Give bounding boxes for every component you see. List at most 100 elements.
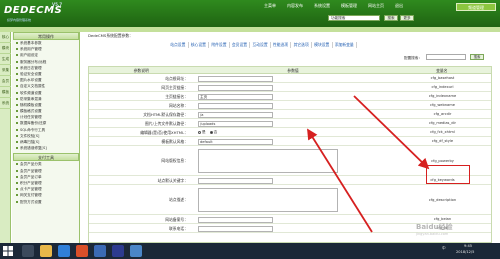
- table-row: 网站名称： cfg_webname: [89, 101, 491, 110]
- row-label: 站点根网址：: [165, 76, 188, 81]
- config-input[interactable]: [198, 216, 273, 223]
- row-value-cell: [194, 176, 394, 184]
- row-value-cell: /uploads: [194, 119, 394, 127]
- radio-yes[interactable]: 是: [198, 130, 206, 135]
- row-value-cell: 是否: [194, 128, 394, 136]
- search-button[interactable]: 搜索: [384, 15, 398, 21]
- table-row: 站点描述： cfg_description: [89, 185, 491, 215]
- table-row: 站点根网址： cfg_basehost: [89, 74, 491, 83]
- top-nav-item[interactable]: 模板管理: [341, 3, 357, 9]
- config-input[interactable]: [198, 225, 273, 232]
- function-search-input[interactable]: 功能搜索: [328, 15, 380, 21]
- media-icon[interactable]: [76, 245, 88, 257]
- clock-date[interactable]: 2018/12/5: [456, 250, 474, 254]
- windows-start-icon[interactable]: [3, 246, 13, 256]
- iconbar-item[interactable]: 会员: [0, 76, 11, 87]
- row-value-cell: 主页: [194, 92, 394, 100]
- config-textarea[interactable]: [198, 149, 338, 173]
- iconbar-item[interactable]: 模板: [0, 87, 11, 98]
- row-variable-name: cfg_fck_xhtml: [430, 130, 455, 134]
- menu-item[interactable]: 配货方式设置: [12, 199, 79, 205]
- row-label: 模板默认风格：: [161, 139, 188, 144]
- more-button[interactable]: 更多: [400, 15, 414, 21]
- config-input[interactable]: 主页: [198, 93, 273, 100]
- watermark-sub: jingyan.baidu.com: [416, 232, 449, 236]
- settings-tab[interactable]: 会员设置: [230, 42, 251, 48]
- row-label: 网站名称：: [169, 103, 188, 108]
- row-label: 文档HTML默认保存路径：: [143, 112, 188, 117]
- watermark: Baidu经验 jingyan.baidu.com: [416, 222, 452, 236]
- row-label: 主页链接名：: [165, 94, 188, 99]
- channel-manage-button[interactable]: 频道管理: [456, 3, 496, 11]
- row-label: 网站版权信息：: [161, 158, 188, 163]
- config-input[interactable]: /a: [198, 111, 273, 118]
- config-input[interactable]: /uploads: [198, 120, 273, 127]
- settings-tab[interactable]: 添加新变量: [333, 42, 357, 48]
- row-value-cell: [194, 185, 394, 214]
- config-input[interactable]: [198, 84, 273, 91]
- breadcrumb: DedeCMS系统配置参数：: [88, 33, 133, 38]
- file-explorer-icon[interactable]: [40, 245, 52, 257]
- settings-tab[interactable]: 互动设置: [250, 42, 271, 48]
- row-value-cell: [194, 74, 394, 82]
- col-header-value: 参数值: [287, 68, 299, 73]
- top-nav: 主菜单 内容发布 系统设置 模板管理 网站主页 退出: [264, 3, 403, 9]
- iconbar-item[interactable]: 系统: [0, 98, 11, 109]
- taskbar: [0, 243, 500, 259]
- settings-tab[interactable]: 附件设置: [209, 42, 230, 48]
- iconbar-item[interactable]: 模块: [0, 43, 11, 54]
- radio-dot: [198, 130, 201, 134]
- row-label: 网页主页链接：: [161, 85, 188, 90]
- row-value-cell: [194, 215, 394, 223]
- row-variable-name: cfg_basehost: [430, 76, 455, 80]
- config-table: 参数说明 参数值 变量名 站点根网址： cfg_basehost 网页主页链接： cf…: [88, 66, 492, 243]
- table-row: 网页主页链接： cfg_indexurl: [89, 83, 491, 92]
- table-row: 模板默认风格： default cfg_df_style: [89, 137, 491, 146]
- watermark-main: Baidu经验: [416, 223, 453, 231]
- top-nav-item[interactable]: 网站主页: [368, 3, 384, 9]
- table-row: 主页链接名： 主页 cfg_indexname: [89, 92, 491, 101]
- config-input[interactable]: default: [198, 138, 273, 145]
- menu-item[interactable]: 系统错误修复[S]: [12, 145, 79, 151]
- config-textarea[interactable]: [198, 188, 338, 212]
- top-header: [0, 0, 500, 27]
- row-value-cell: [194, 224, 394, 232]
- row-variable-name: cfg_description: [428, 198, 457, 202]
- top-nav-item[interactable]: 主菜单: [264, 3, 276, 9]
- task-view-icon[interactable]: [22, 245, 34, 257]
- settings-tab[interactable]: 性能选项: [271, 42, 292, 48]
- row-value-cell: [194, 83, 394, 91]
- iconbar-item[interactable]: 采集: [0, 65, 11, 76]
- row-value-cell: [194, 101, 394, 109]
- row-variable-name: cfg_indexname: [428, 94, 457, 98]
- settings-tab[interactable]: 其它选项: [291, 42, 312, 48]
- iconbar-item[interactable]: 核心: [0, 32, 11, 43]
- menu-section-header[interactable]: 常用操作: [13, 32, 79, 40]
- menu-section-header[interactable]: 支付工具: [13, 153, 79, 162]
- ide-icon[interactable]: [130, 245, 142, 257]
- settings-tab[interactable]: 模块设置: [312, 42, 333, 48]
- clock-time[interactable]: 9:45: [464, 244, 472, 248]
- config-input[interactable]: [198, 75, 273, 82]
- settings-tab[interactable]: 核心设置: [189, 42, 210, 48]
- config-search-input[interactable]: [426, 54, 466, 60]
- config-search-label: 配置搜索：: [404, 56, 422, 60]
- settings-tab[interactable]: 站点设置: [168, 42, 189, 48]
- top-nav-item[interactable]: 内容发布: [287, 3, 303, 9]
- row-label: 联系电话：: [169, 226, 188, 231]
- col-header-var: 变量名: [436, 68, 448, 73]
- top-nav-item[interactable]: 系统设置: [314, 3, 330, 9]
- row-label: 站点默认关键字：: [157, 178, 188, 183]
- radio-no[interactable]: 否: [209, 130, 217, 135]
- ime-indicator[interactable]: 中: [442, 246, 446, 251]
- config-input[interactable]: [198, 102, 273, 109]
- config-input[interactable]: [198, 177, 273, 184]
- iconbar-item[interactable]: 生成: [0, 54, 11, 65]
- top-nav-item[interactable]: 退出: [395, 3, 403, 9]
- highlight-box: [426, 165, 470, 184]
- config-search-button[interactable]: 搜索: [470, 54, 484, 60]
- photoshop-icon[interactable]: [112, 245, 124, 257]
- browser-icon[interactable]: [58, 245, 70, 257]
- table-row: 图片/上传文件默认路径： /uploads cfg_medias_dir: [89, 119, 491, 128]
- app-icon[interactable]: [94, 245, 106, 257]
